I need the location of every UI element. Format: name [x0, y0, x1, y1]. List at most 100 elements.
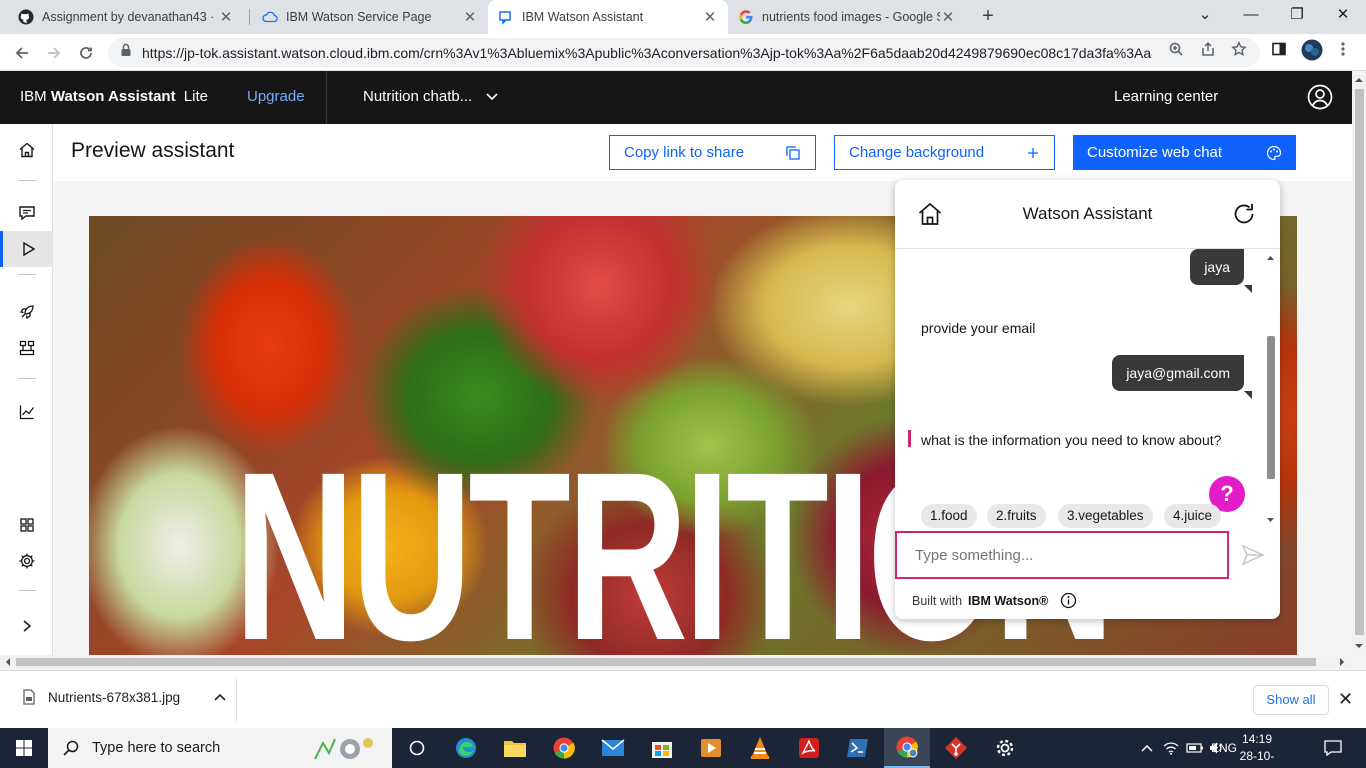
task-view-icon[interactable] [394, 728, 440, 768]
chrome-icon[interactable] [541, 728, 587, 768]
reload-button[interactable] [73, 40, 99, 66]
option-chip-fruits[interactable]: 2.fruits [987, 504, 1046, 528]
close-icon[interactable]: ✕ [940, 8, 956, 26]
tab-title: Assignment by devanathan43 · P [42, 10, 218, 24]
edge-icon[interactable] [443, 728, 489, 768]
publish-nav-item[interactable] [0, 294, 53, 330]
acrobat-icon[interactable] [786, 728, 832, 768]
scroll-down-icon[interactable] [1352, 641, 1366, 651]
product-brand[interactable]: IBM Watson Assistant Lite [20, 88, 208, 105]
share-icon[interactable] [1199, 40, 1217, 58]
scroll-up-icon[interactable] [1352, 75, 1366, 85]
web-chat-window: Watson Assistant jaya provide your email… [895, 180, 1280, 619]
back-arrow-icon [15, 47, 28, 59]
send-button[interactable] [1240, 543, 1266, 567]
expand-nav-button[interactable] [0, 608, 53, 644]
close-icon[interactable]: ✕ [702, 8, 718, 26]
environments-nav-item[interactable] [0, 507, 53, 543]
page-horizontal-scrollbar-thumb[interactable] [16, 658, 1316, 666]
scroll-right-icon[interactable] [1337, 655, 1347, 669]
file-explorer-icon[interactable] [492, 728, 538, 768]
page-horizontal-scrollbar[interactable] [0, 655, 1352, 669]
start-button[interactable] [0, 728, 48, 768]
option-chip-juice[interactable]: 4.juice [1164, 504, 1222, 528]
info-icon[interactable] [1060, 592, 1077, 609]
menu-kebab-icon[interactable] [1334, 40, 1352, 58]
back-button[interactable] [9, 40, 35, 66]
option-chip-food[interactable]: 1.food [921, 504, 977, 528]
tab-watson-service[interactable]: IBM Watson Service Page ✕ [252, 0, 488, 34]
page-vertical-scrollbar-thumb[interactable] [1355, 89, 1364, 635]
new-tab-button[interactable]: + [976, 4, 1000, 28]
tab-assignment[interactable]: Assignment by devanathan43 · P ✕ [8, 0, 244, 34]
option-chip-vegetables[interactable]: 3.vegetables [1058, 504, 1153, 528]
preview-nav-item[interactable] [0, 231, 53, 267]
close-download-bar-icon[interactable]: ✕ [1338, 689, 1353, 710]
change-background-button[interactable]: Change background [834, 135, 1055, 170]
battery-icon[interactable] [1184, 728, 1206, 768]
notifications-icon[interactable] [1320, 728, 1346, 768]
profile-avatar-icon[interactable] [1301, 39, 1323, 61]
user-message: jaya@gmail.com [1112, 355, 1252, 399]
taskbar-search[interactable]: Type here to search [48, 728, 392, 768]
user-avatar-icon[interactable] [1307, 84, 1333, 110]
settings-app-icon[interactable] [982, 728, 1028, 768]
settings-nav-item[interactable] [0, 543, 53, 579]
side-panel-icon[interactable] [1270, 40, 1288, 58]
chevron-down-icon [486, 92, 498, 100]
tab-google-images[interactable]: nutrients food images - Google S ✕ [728, 0, 966, 34]
show-all-button[interactable]: Show all [1253, 685, 1329, 715]
conversations-nav-item[interactable] [0, 195, 53, 231]
tray-expand-icon[interactable] [1136, 728, 1158, 768]
store-icon[interactable] [639, 728, 685, 768]
analytics-nav-item[interactable] [0, 394, 53, 430]
media-player-icon[interactable] [688, 728, 734, 768]
close-icon[interactable]: ✕ [218, 8, 234, 26]
home-nav-item[interactable] [0, 132, 53, 168]
scroll-down-icon[interactable] [1265, 516, 1276, 524]
tab-search-chevron-icon[interactable]: ⌄ [1182, 0, 1228, 30]
vlc-icon[interactable] [737, 728, 783, 768]
wifi-icon[interactable] [1160, 728, 1182, 768]
nav-divider [18, 180, 36, 181]
minimize-button[interactable]: — [1228, 0, 1274, 30]
chat-scrollbar-thumb[interactable] [1267, 336, 1275, 479]
github-icon [18, 9, 34, 25]
copy-link-button[interactable]: Copy link to share [609, 135, 816, 170]
tab-watson-assistant[interactable]: IBM Watson Assistant ✕ [488, 0, 728, 34]
chat-message-input[interactable] [895, 531, 1229, 579]
scroll-up-icon[interactable] [1265, 254, 1276, 262]
learning-center-link[interactable]: Learning center [1114, 88, 1218, 105]
chat-scrollbar[interactable] [1265, 252, 1276, 526]
scroll-left-icon[interactable] [3, 655, 13, 669]
page-vertical-scrollbar[interactable] [1352, 71, 1366, 655]
powershell-icon[interactable] [835, 728, 881, 768]
environments-icon [19, 518, 34, 532]
assistant-switcher[interactable]: Nutrition chatb... [363, 88, 498, 105]
download-divider [236, 679, 237, 721]
restore-button[interactable]: ❐ [1274, 0, 1320, 30]
download-item[interactable]: Nutrients-678x381.jpg [22, 689, 226, 705]
customize-web-chat-button[interactable]: Customize web chat [1073, 135, 1296, 170]
header-divider [326, 71, 327, 124]
mail-icon[interactable] [590, 728, 636, 768]
zoom-icon[interactable] [1167, 40, 1185, 58]
chrome-active-icon[interactable] [884, 728, 930, 768]
upgrade-link[interactable]: Upgrade [247, 88, 305, 105]
restart-conversation-button[interactable] [1231, 201, 1257, 227]
change-background-label: Change background [849, 144, 985, 161]
git-tool-icon[interactable] [933, 728, 979, 768]
search-highlight-icon [314, 738, 373, 760]
nav-divider [18, 274, 36, 275]
taskbar-clock[interactable]: 14:19 28-10-2022 [1228, 731, 1286, 768]
file-icon [23, 689, 35, 705]
close-icon[interactable]: ✕ [462, 8, 478, 26]
chevron-up-icon[interactable] [214, 693, 226, 701]
url-field[interactable]: https://jp-tok.assistant.watson.cloud.ib… [108, 38, 1260, 67]
integrations-icon [19, 340, 34, 356]
bookmark-star-icon[interactable] [1230, 40, 1248, 58]
forward-arrow-icon [48, 47, 61, 59]
integrations-nav-item[interactable] [0, 330, 53, 366]
close-window-button[interactable]: ✕ [1320, 0, 1366, 30]
forward-button[interactable] [41, 40, 67, 66]
